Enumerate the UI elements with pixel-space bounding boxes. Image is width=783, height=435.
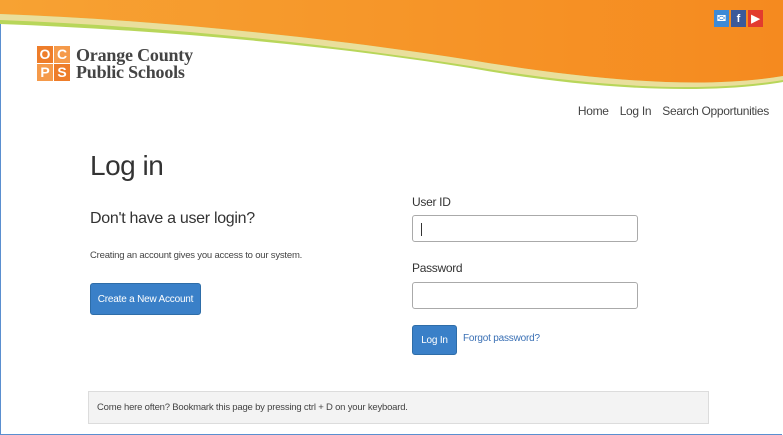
userid-label: User ID	[412, 195, 451, 209]
password-input[interactable]	[412, 282, 638, 309]
logo-letter-o: O	[37, 46, 53, 63]
signup-description: Creating an account gives you access to …	[90, 250, 303, 261]
social-icons: ✉ f ▶	[714, 10, 763, 27]
logo-letter-s: S	[54, 64, 70, 81]
logo-wordmark: Orange County Public Schools	[76, 44, 193, 82]
text-caret	[421, 223, 422, 236]
userid-input[interactable]	[412, 215, 638, 242]
signup-heading: Don't have a user login?	[90, 210, 255, 227]
password-label: Password	[412, 261, 463, 275]
logo-mark: O C P S	[37, 46, 70, 81]
logo-letter-p: P	[37, 64, 53, 81]
nav-login[interactable]: Log In	[620, 104, 652, 118]
email-icon[interactable]: ✉	[714, 10, 729, 27]
bookmark-tip: Come here often? Bookmark this page by p…	[88, 391, 709, 424]
login-button[interactable]: Log In	[412, 325, 457, 355]
nav-home[interactable]: Home	[578, 104, 609, 118]
logo-letter-c: C	[54, 46, 70, 63]
logo-line1: Orange County	[76, 44, 193, 65]
page-title: Log in	[90, 150, 164, 181]
nav-search-opportunities[interactable]: Search Opportunities	[662, 104, 769, 118]
forgot-password-link[interactable]: Forgot password?	[463, 333, 540, 344]
top-nav: Home Log In Search Opportunities	[578, 104, 769, 118]
ocps-logo[interactable]: O C P S Orange County Public Schools	[37, 46, 193, 81]
create-account-button[interactable]: Create a New Account	[90, 283, 201, 315]
facebook-icon[interactable]: f	[731, 10, 746, 27]
youtube-icon[interactable]: ▶	[748, 10, 763, 27]
logo-line2: Public Schools	[76, 61, 185, 82]
